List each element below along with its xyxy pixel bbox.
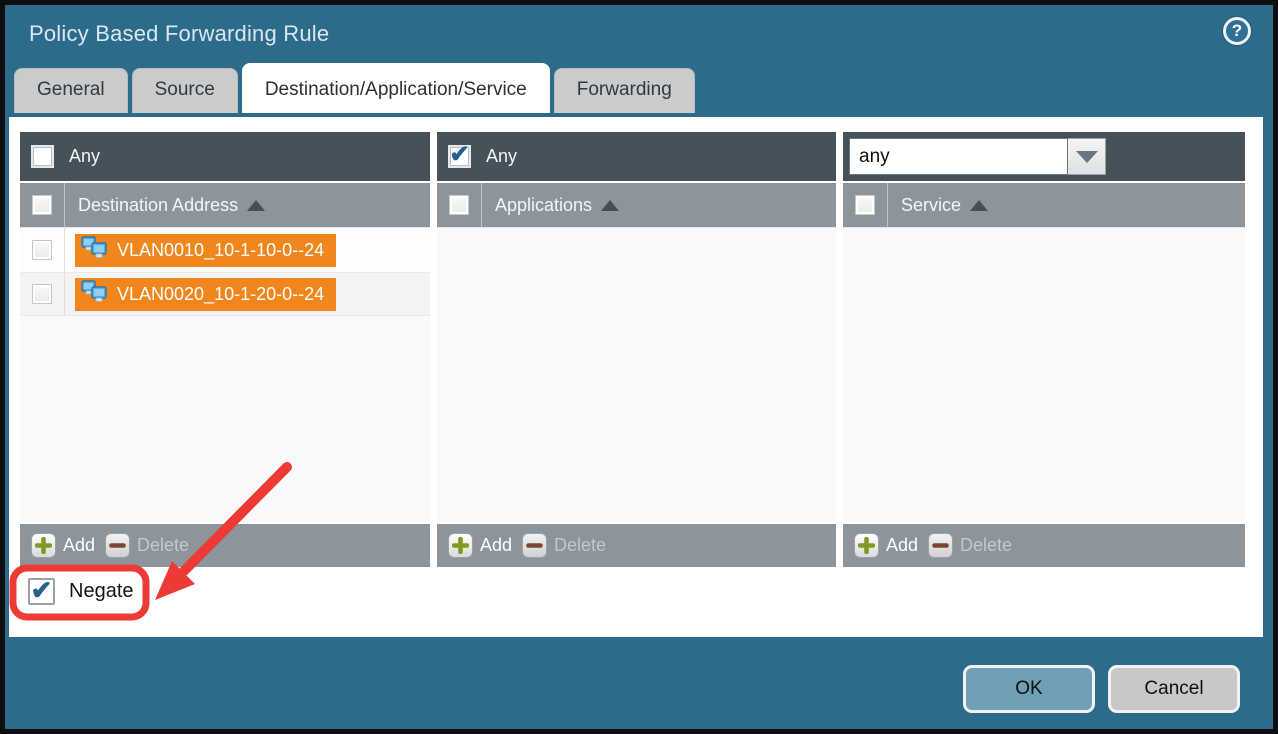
columns-container: Any Destination Address <box>20 132 1245 567</box>
table-row[interactable]: VLAN0020_10-1-20-0--24 <box>20 272 430 316</box>
delete-button[interactable]: Delete <box>105 533 189 558</box>
applications-column-header: Applications <box>437 181 836 227</box>
service-column-header-label[interactable]: Service <box>901 195 961 216</box>
address-object-label: VLAN0010_10-1-10-0--24 <box>117 240 324 261</box>
row-checkbox[interactable] <box>32 240 52 260</box>
address-object-tag[interactable]: VLAN0020_10-1-20-0--24 <box>75 278 336 311</box>
dialog-titlebar: Policy Based Forwarding Rule <box>5 5 1273 63</box>
destination-any-checkbox[interactable] <box>31 145 54 168</box>
add-button[interactable]: Add <box>854 533 918 558</box>
network-icon <box>81 280 108 308</box>
destination-column-header: Destination Address <box>20 181 430 227</box>
destination-address-list: VLAN0010_10-1-10-0--24 <box>20 227 430 522</box>
tab-source[interactable]: Source <box>132 68 238 113</box>
applications-column: ✔ Any Applications <box>437 132 836 567</box>
destination-column-header-label[interactable]: Destination Address <box>78 195 238 216</box>
negate-row: ✔ Negate <box>28 578 134 605</box>
address-object-tag[interactable]: VLAN0010_10-1-10-0--24 <box>75 234 336 267</box>
negate-checkbox[interactable]: ✔ <box>28 578 55 605</box>
service-dropdown-bar: any <box>843 132 1245 181</box>
sort-ascending-icon <box>970 200 988 211</box>
delete-button-label: Delete <box>554 535 606 556</box>
delete-button[interactable]: Delete <box>522 533 606 558</box>
service-column: any Service <box>843 132 1245 567</box>
add-button-label: Add <box>63 535 95 556</box>
add-button[interactable]: Add <box>448 533 512 558</box>
tab-general[interactable]: General <box>14 68 128 113</box>
checkmark-icon: ✔ <box>449 143 469 167</box>
dropdown-button[interactable] <box>1068 138 1106 175</box>
negate-label: Negate <box>69 580 134 603</box>
add-plus-icon <box>31 533 56 558</box>
help-icon[interactable]: ? <box>1223 17 1251 45</box>
network-icon <box>81 236 108 264</box>
tab-bar: General Source Destination/Application/S… <box>5 63 1273 113</box>
policy-based-forwarding-rule-dialog: Policy Based Forwarding Rule ? General S… <box>0 0 1278 734</box>
delete-minus-icon <box>105 533 130 558</box>
applications-any-checkbox[interactable]: ✔ <box>448 145 471 168</box>
cancel-button[interactable]: Cancel <box>1108 665 1240 713</box>
destination-footer-bar: Add Delete <box>20 522 430 567</box>
service-footer-bar: Add Delete <box>843 522 1245 567</box>
table-row[interactable]: VLAN0010_10-1-10-0--24 <box>20 228 430 272</box>
add-button-label: Add <box>480 535 512 556</box>
sort-ascending-icon <box>247 200 265 211</box>
ok-button[interactable]: OK <box>963 665 1095 713</box>
add-button[interactable]: Add <box>31 533 95 558</box>
sort-ascending-icon <box>601 200 619 211</box>
dialog-title: Policy Based Forwarding Rule <box>29 21 329 47</box>
address-object-label: VLAN0020_10-1-20-0--24 <box>117 284 324 305</box>
delete-button[interactable]: Delete <box>928 533 1012 558</box>
checkmark-icon: ✔ <box>31 577 53 603</box>
service-dropdown[interactable]: any <box>849 138 1106 175</box>
add-plus-icon <box>854 533 879 558</box>
tab-forwarding[interactable]: Forwarding <box>554 68 695 113</box>
applications-any-bar: ✔ Any <box>437 132 836 181</box>
destination-any-bar: Any <box>20 132 430 181</box>
service-dropdown-value[interactable]: any <box>849 138 1068 175</box>
service-list <box>843 227 1245 522</box>
applications-select-all-checkbox[interactable] <box>449 195 469 215</box>
service-select-all-checkbox[interactable] <box>855 195 875 215</box>
add-button-label: Add <box>886 535 918 556</box>
service-column-header: Service <box>843 181 1245 227</box>
applications-any-label: Any <box>486 146 517 167</box>
applications-footer-bar: Add Delete <box>437 522 836 567</box>
row-checkbox[interactable] <box>32 284 52 304</box>
destination-select-all-checkbox[interactable] <box>32 195 52 215</box>
destination-address-column: Any Destination Address <box>20 132 430 567</box>
applications-list <box>437 227 836 522</box>
delete-minus-icon <box>928 533 953 558</box>
delete-button-label: Delete <box>960 535 1012 556</box>
tab-destination-application-service[interactable]: Destination/Application/Service <box>242 63 550 113</box>
applications-column-header-label[interactable]: Applications <box>495 195 592 216</box>
tab-content-panel: Any Destination Address <box>9 117 1263 637</box>
chevron-down-icon <box>1076 151 1098 163</box>
destination-any-label: Any <box>69 146 100 167</box>
delete-button-label: Delete <box>137 535 189 556</box>
add-plus-icon <box>448 533 473 558</box>
delete-minus-icon <box>522 533 547 558</box>
